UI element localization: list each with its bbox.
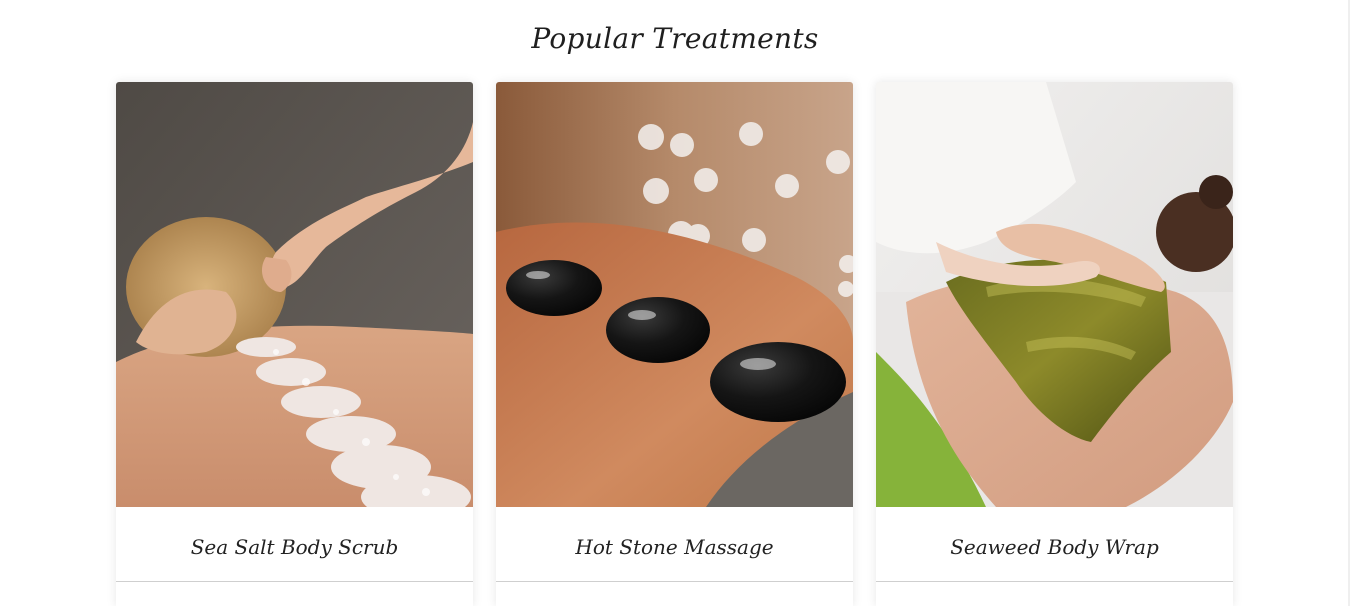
treatment-title[interactable]: Hot Stone Massage [496, 507, 853, 581]
card-divider [496, 581, 853, 582]
treatment-title[interactable]: Seaweed Body Wrap [876, 507, 1233, 581]
card-divider [876, 581, 1233, 582]
treatments-page: Popular Treatments Sea Salt Body Scrub H… [0, 0, 1350, 606]
card-divider [116, 581, 473, 582]
treatment-card-seaweed-wrap[interactable]: Seaweed Body Wrap [876, 82, 1233, 606]
treatment-card-sea-salt-scrub[interactable]: Sea Salt Body Scrub [116, 82, 473, 606]
hot-stone-massage-image[interactable] [496, 82, 853, 507]
section-title: Popular Treatments [531, 22, 819, 55]
seaweed-wrap-image[interactable] [876, 82, 1233, 507]
treatment-title[interactable]: Sea Salt Body Scrub [116, 507, 473, 581]
sea-salt-scrub-image[interactable] [116, 82, 473, 507]
treatment-card-hot-stone[interactable]: Hot Stone Massage [496, 82, 853, 606]
